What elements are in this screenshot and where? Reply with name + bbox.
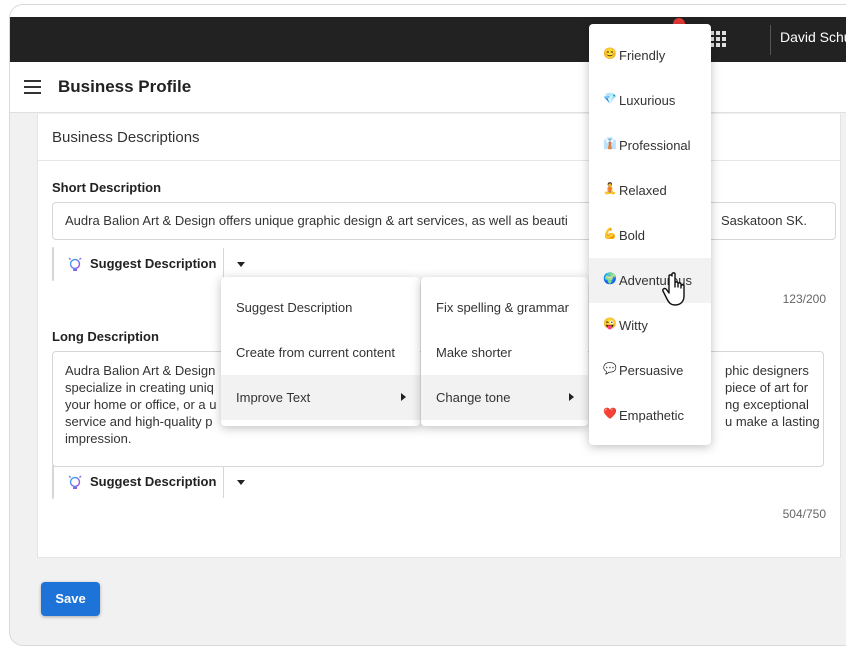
- tone-item-persuasive[interactable]: 💬 Persuasive: [589, 348, 711, 393]
- long-suggest-button-group: Suggest Description: [52, 465, 245, 499]
- short-suggest-button-group: Suggest Description: [52, 247, 245, 281]
- menu-item-make-shorter[interactable]: Make shorter: [421, 330, 588, 375]
- tone-item-label: Bold: [619, 228, 646, 243]
- save-button[interactable]: Save: [41, 582, 100, 616]
- tone-item-professional[interactable]: 👔 Professional: [589, 123, 711, 168]
- change-tone-submenu: 😊 Friendly 💎 Luxurious 👔 Professional 🧘 Rela…: [589, 24, 711, 445]
- witty-emoji-icon: 😜: [603, 318, 617, 330]
- tone-item-adventurous[interactable]: 🌍 Adventurous: [589, 258, 711, 303]
- menu-item-create-from-content[interactable]: Create from current content: [221, 330, 420, 375]
- long-description-label: Long Description: [52, 329, 159, 344]
- persuasive-emoji-icon: 💬: [603, 363, 617, 375]
- page-title: Business Profile: [58, 77, 192, 96]
- long-suggest-button[interactable]: Suggest Description: [53, 466, 221, 498]
- professional-emoji-icon: 👔: [603, 138, 617, 150]
- short-suggest-button[interactable]: Suggest Description: [53, 248, 221, 280]
- long-text-line: ng exceptional: [725, 397, 809, 412]
- tone-item-witty[interactable]: 😜 Witty: [589, 303, 711, 348]
- tone-item-bold[interactable]: 💪 Bold: [589, 213, 711, 258]
- friendly-emoji-icon: 😊: [603, 48, 617, 60]
- long-text-line: phic designers: [725, 363, 809, 378]
- short-description-input[interactable]: Audra Balion Art & Design offers unique …: [52, 202, 836, 240]
- topbar-divider: [770, 25, 771, 55]
- long-description-counter: 504/750: [782, 507, 826, 521]
- long-suggest-label: Suggest Description: [90, 474, 217, 489]
- card-divider: [38, 160, 840, 161]
- menu-item-improve-text[interactable]: Improve Text: [221, 375, 420, 420]
- user-name[interactable]: David Schul: [780, 29, 846, 45]
- menu-item-change-tone[interactable]: Change tone: [421, 375, 588, 420]
- tone-item-label: Luxurious: [619, 93, 676, 108]
- menu-item-label: Change tone: [436, 390, 511, 405]
- top-navigation-bar: David Schul: [10, 17, 846, 62]
- short-suggest-label: Suggest Description: [90, 256, 217, 271]
- long-text-line: your home or office, or a u: [65, 397, 217, 412]
- menu-item-label: Improve Text: [236, 390, 311, 405]
- short-description-label: Short Description: [52, 180, 162, 195]
- tone-item-label: Relaxed: [619, 183, 667, 198]
- tone-item-label: Witty: [619, 318, 648, 333]
- caret-down-icon: [237, 262, 245, 267]
- adventurous-emoji-icon: 🌍: [603, 273, 617, 285]
- short-description-text: Audra Balion Art & Design offers unique …: [65, 213, 568, 228]
- tone-item-luxurious[interactable]: 💎 Luxurious: [589, 78, 711, 123]
- caret-right-icon: [569, 393, 574, 401]
- caret-right-icon: [401, 393, 406, 401]
- improve-text-submenu: Fix spelling & grammar Make shorter Chan…: [421, 277, 588, 426]
- long-suggest-dropdown-toggle[interactable]: [223, 466, 258, 498]
- tone-item-empathetic[interactable]: ❤️ Empathetic: [589, 393, 711, 438]
- long-text-line: impression.: [65, 431, 132, 446]
- luxurious-emoji-icon: 💎: [603, 93, 617, 105]
- top-strip: [10, 5, 846, 17]
- menu-item-fix-spelling[interactable]: Fix spelling & grammar: [421, 285, 588, 330]
- lightbulb-icon: [67, 255, 83, 271]
- short-suggest-dropdown-toggle[interactable]: [223, 248, 258, 280]
- short-description-counter: 123/200: [782, 292, 826, 306]
- menu-item-label: Fix spelling & grammar: [436, 300, 569, 315]
- long-text-line: Audra Balion Art & Design: [65, 363, 216, 378]
- hamburger-menu-icon[interactable]: [24, 80, 41, 94]
- long-text-line: piece of art for: [725, 380, 809, 395]
- tone-item-label: Persuasive: [619, 363, 684, 378]
- long-text-line: specialize in creating uniq: [65, 380, 214, 395]
- apps-grid-icon[interactable]: [710, 31, 726, 47]
- bold-emoji-icon: 💪: [603, 228, 617, 240]
- menu-item-label: Suggest Description: [236, 300, 353, 315]
- empathetic-emoji-icon: ❤️: [603, 408, 617, 420]
- page-header: Business Profile: [10, 62, 846, 113]
- tone-item-relaxed[interactable]: 🧘 Relaxed: [589, 168, 711, 213]
- card-title: Business Descriptions: [52, 129, 200, 146]
- menu-item-label: Create from current content: [236, 345, 395, 360]
- hand-pointer-cursor-icon: [662, 272, 685, 306]
- caret-down-icon: [237, 480, 245, 485]
- long-text-line: service and high-quality p: [65, 414, 213, 429]
- lightbulb-icon: [67, 473, 83, 489]
- long-text-line: u make a lasting: [725, 414, 820, 429]
- menu-item-label: Make shorter: [436, 345, 512, 360]
- suggest-menu: Suggest Description Create from current …: [221, 277, 420, 426]
- tone-item-friendly[interactable]: 😊 Friendly: [589, 33, 711, 78]
- relaxed-emoji-icon: 🧘: [603, 183, 617, 195]
- menu-item-suggest-description[interactable]: Suggest Description: [221, 285, 420, 330]
- tone-item-label: Empathetic: [619, 408, 685, 423]
- tone-item-label: Professional: [619, 138, 691, 153]
- short-description-tail: Saskatoon SK.: [721, 213, 807, 228]
- tone-item-label: Friendly: [619, 48, 666, 63]
